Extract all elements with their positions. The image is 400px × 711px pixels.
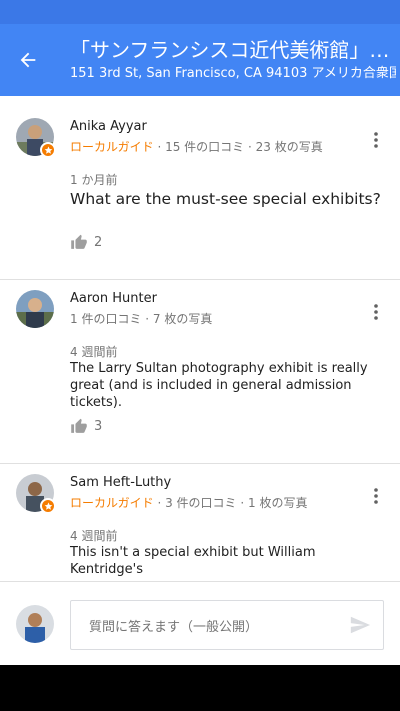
send-icon bbox=[350, 616, 371, 634]
more-vert-icon bbox=[374, 132, 378, 148]
more-vert-icon bbox=[374, 488, 378, 504]
page-title: 「サンフランシスコ近代美術館」に… bbox=[70, 38, 396, 62]
like-button[interactable]: 2 bbox=[70, 234, 102, 251]
author-stats: 1 件の口コミ · 7 枚の写真 bbox=[70, 312, 213, 326]
question-post: Anika Ayyar ローカルガイド · 15 件の口コミ · 23 枚の写真… bbox=[0, 96, 400, 280]
thumb-up-icon bbox=[71, 418, 87, 433]
like-count: 2 bbox=[94, 235, 103, 250]
answer-input-placeholder: 質問に答えます（一般公開） bbox=[89, 620, 259, 635]
author-meta: ローカルガイド · 3 件の口コミ · 1 枚の写真 bbox=[70, 495, 307, 511]
local-guide-badge bbox=[40, 142, 56, 158]
qa-feed[interactable]: Anika Ayyar ローカルガイド · 15 件の口コミ · 23 枚の写真… bbox=[0, 96, 400, 581]
arrow-left-icon bbox=[20, 52, 36, 68]
system-nav-bar bbox=[0, 665, 400, 711]
answer-text: This isn't a special exhibit but William… bbox=[70, 545, 316, 577]
more-vert-icon bbox=[374, 304, 378, 320]
author-name[interactable]: Anika Ayyar bbox=[70, 118, 147, 136]
like-button[interactable]: 3 bbox=[70, 418, 102, 435]
avatar[interactable] bbox=[16, 290, 54, 328]
author-meta: ローカルガイド · 15 件の口コミ · 23 枚の写真 bbox=[70, 139, 323, 155]
send-button[interactable] bbox=[349, 614, 371, 636]
more-options-button[interactable] bbox=[366, 482, 386, 510]
author-name[interactable]: Aaron Hunter bbox=[70, 290, 157, 308]
local-guide-label: ローカルガイド bbox=[70, 496, 154, 510]
like-count: 3 bbox=[94, 419, 103, 434]
thumb-up-icon bbox=[71, 234, 87, 249]
star-icon bbox=[44, 501, 52, 510]
local-guide-badge bbox=[40, 498, 56, 514]
answer-composer: 質問に答えます（一般公開） bbox=[0, 581, 400, 665]
post-time: 1 か月前 bbox=[70, 173, 118, 187]
answer-input[interactable]: 質問に答えます（一般公開） bbox=[70, 600, 384, 650]
post-time: 4 週間前 bbox=[70, 529, 118, 543]
current-user-avatar bbox=[16, 605, 54, 643]
answer-text: The Larry Sultan photography exhibit is … bbox=[70, 361, 368, 410]
star-icon bbox=[44, 145, 52, 154]
status-bar bbox=[0, 0, 400, 24]
local-guide-label: ローカルガイド bbox=[70, 140, 154, 154]
app-bar: 「サンフランシスコ近代美術館」に… 151 3rd St, San Franci… bbox=[0, 24, 400, 96]
more-options-button[interactable] bbox=[366, 298, 386, 326]
more-options-button[interactable] bbox=[366, 126, 386, 154]
answer-post: Sam Heft-Luthy ローカルガイド · 3 件の口コミ · 1 枚の写… bbox=[0, 464, 400, 581]
author-stats: · 3 件の口コミ · 1 枚の写真 bbox=[153, 496, 308, 510]
back-button[interactable] bbox=[12, 36, 44, 84]
place-address: 151 3rd St, San Francisco, CA 94103 アメリカ… bbox=[70, 66, 396, 81]
question-text: What are the must-see special exhibits? bbox=[70, 190, 381, 208]
author-stats: · 15 件の口コミ · 23 枚の写真 bbox=[153, 140, 323, 154]
post-time: 4 週間前 bbox=[70, 345, 118, 359]
author-name[interactable]: Sam Heft-Luthy bbox=[70, 474, 171, 492]
answer-post: Aaron Hunter 1 件の口コミ · 7 枚の写真 4 週間前 The … bbox=[0, 280, 400, 464]
